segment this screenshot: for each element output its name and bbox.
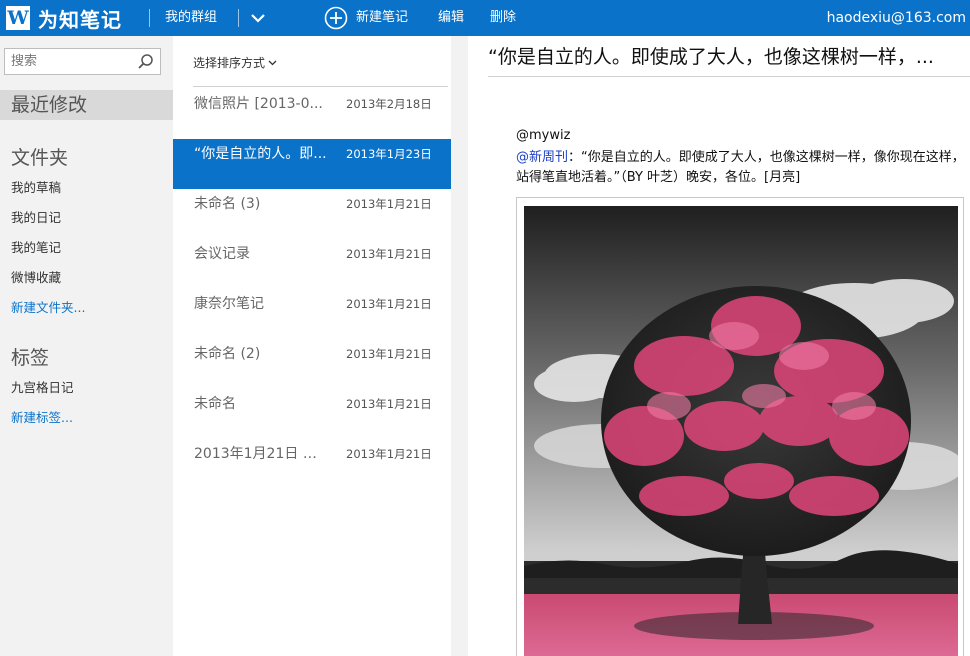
new-note-button[interactable]: 新建笔记 [356, 0, 408, 36]
photo-frame [516, 197, 964, 656]
note-list-item[interactable]: 未命名 2013年1月21日 [173, 389, 451, 439]
divider [488, 76, 970, 77]
user-account[interactable]: haodexiu@163.com [827, 0, 966, 36]
note-date: 2013年1月21日 [346, 397, 432, 411]
folder-item[interactable]: 我的笔记 [11, 237, 61, 256]
tree-photo[interactable] [524, 206, 958, 656]
mention-link[interactable]: @新周刊 [516, 150, 568, 165]
note-heading: “你是自立的人。即使成了大人，也像这棵树一样，... [488, 46, 934, 68]
note-content: “你是自立的人。即使成了大人，也像这棵树一样，... @mywiz @新周刊：“… [468, 36, 970, 656]
note-body: @新周刊：“你是自立的人。即使成了大人，也像这棵树一样，像你现在这样，站得笔直地… [516, 148, 966, 188]
note-list-item[interactable]: 2013年1月21日 九... 2013年1月21日 [173, 439, 451, 489]
note-title: 会议记录 [194, 246, 250, 262]
note-date: 2013年1月23日 [346, 147, 432, 161]
note-title: 未命名 [194, 396, 236, 412]
note-title: 康奈尔笔记 [194, 296, 264, 312]
divider [238, 9, 239, 27]
app-logo[interactable]: W 为知笔记 [6, 4, 122, 32]
note-list-item[interactable]: 微信照片 [2013-0... 2013年2月18日 [173, 89, 451, 139]
divider [149, 9, 150, 27]
logo-mark: W [6, 6, 30, 30]
tag-item[interactable]: 九宫格日记 [11, 377, 74, 396]
note-title: 未命名 (3) [194, 196, 261, 212]
app-name: 为知笔记 [38, 7, 122, 32]
top-bar: W 为知笔记 我的群组 新建笔记 编辑 删除 haodexiu@163.com [0, 0, 970, 36]
chevron-down-icon[interactable] [250, 9, 266, 27]
delete-button[interactable]: 删除 [490, 0, 516, 36]
note-date: 2013年2月18日 [346, 97, 432, 111]
note-title: “你是自立的人。即... [194, 146, 327, 162]
folder-item[interactable]: 我的日记 [11, 207, 61, 226]
note-list: 选择排序方式 微信照片 [2013-0... 2013年2月18日 “你是自立的… [173, 36, 451, 656]
folders-heading: 文件夹 [11, 147, 69, 169]
search-input[interactable] [5, 49, 133, 74]
divider [193, 86, 448, 87]
sort-dropdown[interactable]: 选择排序方式 [193, 54, 277, 71]
edit-button[interactable]: 编辑 [438, 0, 464, 36]
folder-item[interactable]: 我的草稿 [11, 177, 61, 196]
note-date: 2013年1月21日 [346, 247, 432, 261]
new-tag-link[interactable]: 新建标签... [11, 407, 73, 426]
note-date: 2013年1月21日 [346, 297, 432, 311]
note-date: 2013年1月21日 [346, 347, 432, 361]
recent-modified[interactable]: 最近修改 [0, 90, 173, 120]
panel-gutter [451, 36, 468, 656]
note-list-item[interactable]: 未命名 (2) 2013年1月21日 [173, 339, 451, 389]
tags-heading: 标签 [11, 347, 50, 369]
my-groups-button[interactable]: 我的群组 [165, 0, 217, 36]
chevron-down-icon [268, 60, 277, 66]
note-author: @mywiz [516, 128, 571, 143]
search-icon[interactable] [137, 53, 154, 70]
sidebar: 最近修改 文件夹 我的草稿 我的日记 我的笔记 微博收藏 新建文件夹... 标签… [0, 36, 173, 656]
note-title: 2013年1月21日 九... [194, 446, 329, 462]
note-date: 2013年1月21日 [346, 197, 432, 211]
note-title: 未命名 (2) [194, 346, 261, 362]
note-list-item[interactable]: 会议记录 2013年1月21日 [173, 239, 451, 289]
add-note-icon[interactable] [324, 6, 348, 30]
note-list-item[interactable]: 未命名 (3) 2013年1月21日 [173, 189, 451, 239]
folder-item[interactable]: 微博收藏 [11, 267, 61, 286]
note-body-text: ：“你是自立的人。即使成了大人，也像这棵树一样，像你现在这样，站得笔直地活着。”… [516, 150, 965, 185]
note-list-item-selected[interactable]: “你是自立的人。即... 2013年1月23日 [173, 139, 451, 189]
note-title: 微信照片 [2013-0... [194, 96, 323, 112]
new-folder-link[interactable]: 新建文件夹... [11, 297, 85, 316]
search-box [4, 48, 161, 75]
sort-label: 选择排序方式 [193, 56, 266, 70]
note-list-item[interactable]: 康奈尔笔记 2013年1月21日 [173, 289, 451, 339]
note-date: 2013年1月21日 [346, 447, 432, 461]
